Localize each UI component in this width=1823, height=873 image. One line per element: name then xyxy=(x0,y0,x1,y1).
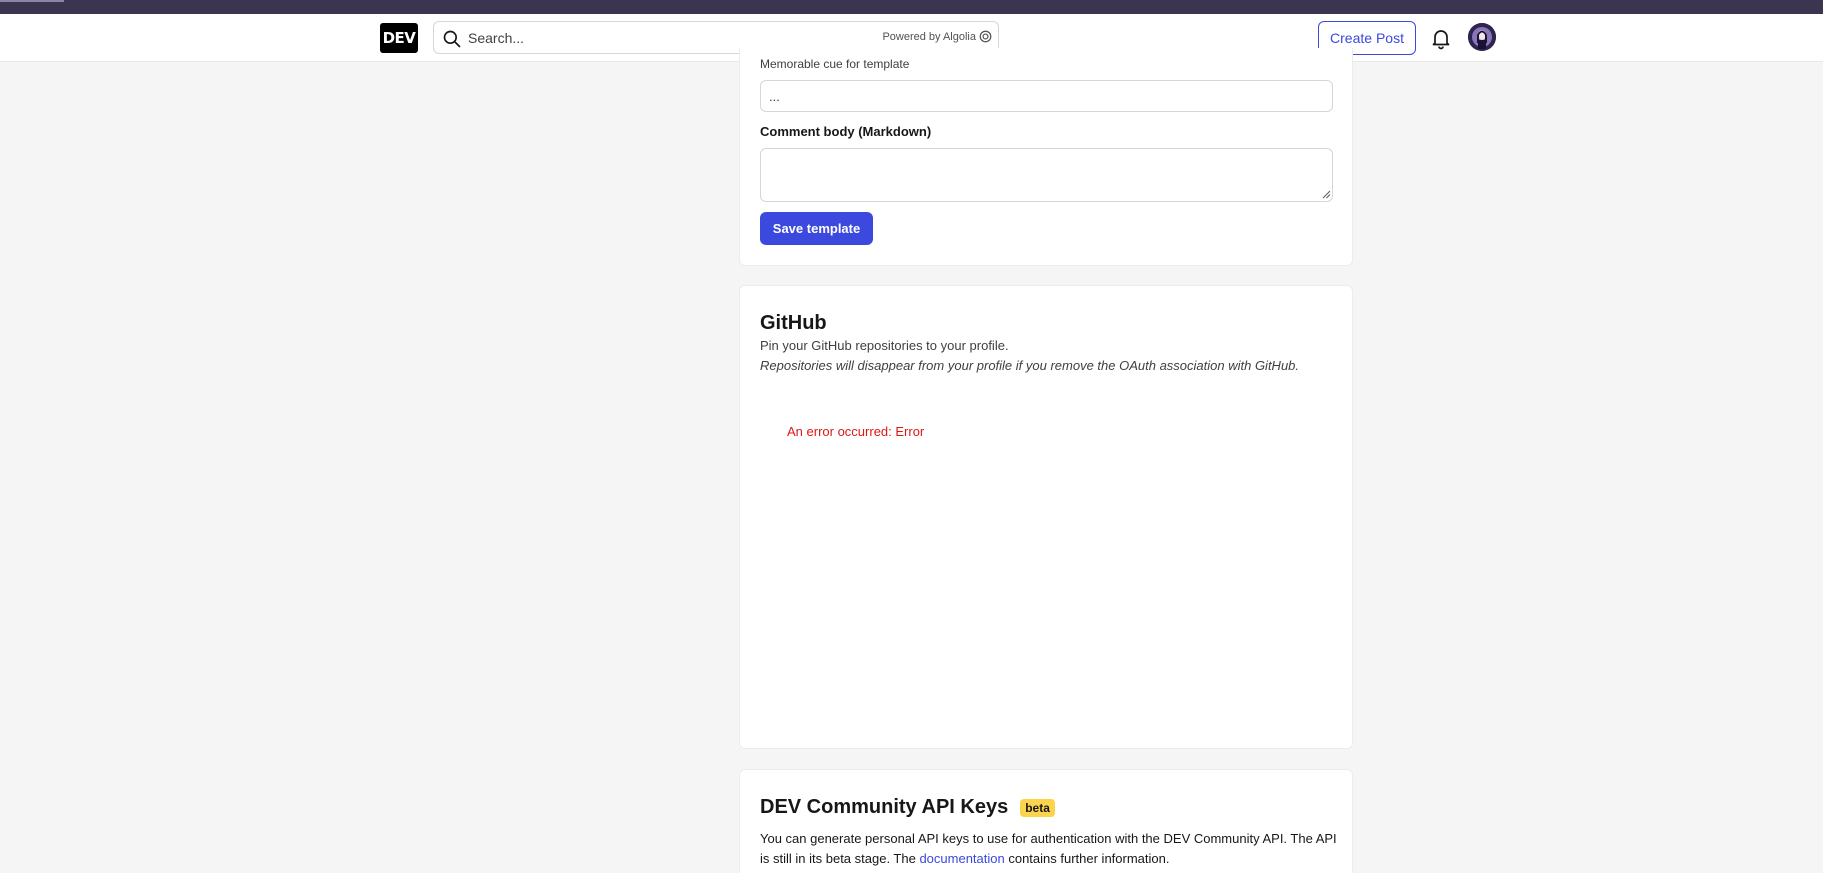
search-icon xyxy=(443,30,461,48)
github-description: Pin your GitHub repositories to your pro… xyxy=(760,338,1009,353)
user-avatar[interactable] xyxy=(1468,23,1496,51)
api-keys-header: DEV Community API Keys beta xyxy=(760,796,1055,819)
top-strip-accent xyxy=(0,0,64,2)
cue-label: Memorable cue for template xyxy=(760,57,910,71)
comment-template-form: Memorable cue for template Comment body … xyxy=(739,48,1353,266)
comment-body-textarea[interactable] xyxy=(760,148,1333,202)
algolia-label: Powered by Algolia xyxy=(882,30,976,43)
github-note: Repositories will disappear from your pr… xyxy=(760,358,1300,373)
browser-top-strip xyxy=(0,0,1823,14)
github-title: GitHub xyxy=(760,312,827,334)
beta-badge: beta xyxy=(1020,798,1055,817)
api-keys-description: You can generate personal API keys to us… xyxy=(760,829,1340,869)
avatar-image xyxy=(1468,23,1496,51)
api-keys-title: DEV Community API Keys xyxy=(760,796,1009,818)
dev-logo[interactable]: DEV xyxy=(380,23,418,53)
cue-input[interactable] xyxy=(760,80,1333,112)
github-error-message: An error occurred: Error xyxy=(787,424,925,439)
comment-body-label: Comment body (Markdown) xyxy=(760,124,932,139)
algolia-attribution[interactable]: Powered by Algolia xyxy=(882,30,992,43)
algolia-icon xyxy=(979,30,992,43)
search-input[interactable] xyxy=(468,26,848,50)
save-template-button[interactable]: Save template xyxy=(760,212,873,245)
notifications-bell-icon[interactable] xyxy=(1429,26,1453,50)
api-keys-section: DEV Community API Keys beta You can gene… xyxy=(739,769,1353,873)
api-desc-text-end: contains further information. xyxy=(1004,851,1170,866)
documentation-link[interactable]: documentation xyxy=(919,851,1004,866)
resize-handle-icon[interactable] xyxy=(1322,190,1331,199)
github-section: GitHub Pin your GitHub repositories to y… xyxy=(739,285,1353,749)
